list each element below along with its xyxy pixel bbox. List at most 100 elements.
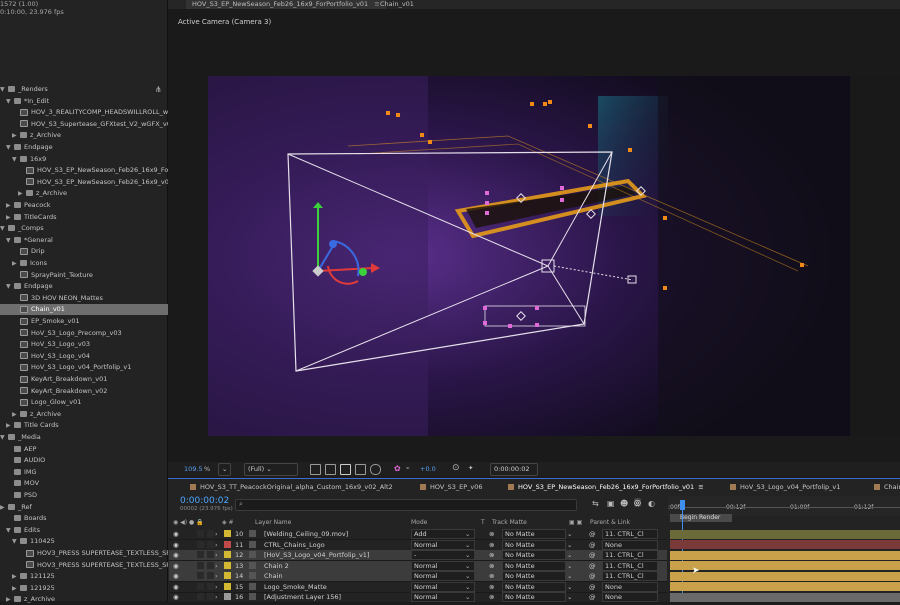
rotation-handle-green[interactable]: [359, 268, 367, 276]
resolution-dropdown[interactable]: (Full) ⌄: [244, 463, 298, 476]
safe-margins-icon[interactable]: [370, 464, 381, 475]
chevron-right-icon[interactable]: ▶: [12, 258, 20, 269]
chevron-down-icon[interactable]: ▼: [6, 235, 14, 246]
layer-row[interactable]: ◉ › 15 Logo_Smoke_Matte Normal ⌄ ⊗ No Matte ⌄ @ No…: [169, 581, 667, 593]
eye-icon[interactable]: ◉: [173, 540, 179, 550]
chevron-down-icon[interactable]: ▼: [12, 154, 20, 165]
project-item[interactable]: HOV3_PRESS SUPERTEASE_TEXTLESS_SP: [0, 560, 175, 571]
project-item[interactable]: HoV_S3_Logo_Precomp_v03: [0, 328, 169, 339]
draft-3d-icon[interactable]: ▣: [607, 499, 615, 508]
lock-switch[interactable]: [207, 551, 214, 558]
mask-visibility-icon[interactable]: [340, 464, 351, 475]
project-item[interactable]: HOV_S3_Supertease_GFXtest_V2_wGFX_v05: [0, 119, 169, 130]
solo-switch[interactable]: [197, 551, 204, 558]
lock-switch[interactable]: [207, 540, 214, 548]
solo-switch[interactable]: [197, 530, 204, 537]
matte-link-icon[interactable]: ⊗: [489, 550, 494, 560]
transparency-grid-icon[interactable]: [325, 464, 336, 475]
matte-link-icon[interactable]: ⊗: [489, 582, 494, 592]
project-item[interactable]: SprayPaint_Texture: [0, 270, 169, 281]
parent-dropdown[interactable]: 11. CTRL_Cl: [602, 529, 658, 539]
project-item[interactable]: HOV_3_REALITYCOMP_HEADSWILLROLL_wG: [0, 107, 169, 118]
timeline-timecode[interactable]: 0:00:00:02: [180, 496, 229, 506]
chevron-right-icon[interactable]: ›: [215, 529, 218, 539]
chevron-down-icon[interactable]: ▼: [6, 281, 14, 292]
parent-dropdown[interactable]: None: [602, 539, 658, 550]
matte-link-icon[interactable]: ⊗: [489, 540, 494, 550]
comp-mini-flowchart-icon[interactable]: ⇆: [592, 499, 599, 508]
project-item[interactable]: ▶ z_Archive: [0, 594, 163, 605]
parent-dropdown[interactable]: None: [602, 581, 658, 592]
timeline-tab-3[interactable]: HOV_S3_EP_NewSeason_Feb26_16x9_ForPortfo…: [508, 481, 704, 493]
lock-switch[interactable]: [207, 593, 214, 600]
matte-link-icon[interactable]: ⊗: [489, 571, 494, 581]
pick-whip-icon[interactable]: @: [589, 540, 596, 550]
tab-chain-comp[interactable]: Chain_v01: [374, 0, 420, 9]
parent-dropdown[interactable]: 11. CTRL_Cl: [602, 550, 658, 560]
chevron-right-icon[interactable]: ›: [215, 550, 218, 560]
label-color-swatch[interactable]: [224, 593, 231, 600]
track-matte-dropdown[interactable]: No Matte: [502, 560, 566, 571]
parent-dropdown[interactable]: 11. CTRL_Cl: [602, 571, 658, 581]
eye-icon[interactable]: ◉: [173, 529, 179, 539]
chevron-right-icon[interactable]: ▶: [12, 130, 20, 141]
project-item[interactable]: HOV_S3_EP_NewSeason_Feb26_16x9_For: [0, 165, 175, 176]
parent-dropdown[interactable]: 11. CTRL_Cl: [602, 560, 658, 571]
solo-switch[interactable]: [197, 540, 204, 548]
project-item[interactable]: ▼ Endpage: [0, 281, 163, 292]
chevron-down-icon[interactable]: ▼: [6, 525, 14, 536]
lock-switch[interactable]: [207, 561, 214, 569]
layer-name[interactable]: [HoV_S3_Logo_v04_Portfolip_v1]: [264, 550, 404, 560]
project-item[interactable]: ▶ TitleCards: [0, 212, 163, 223]
label-color-swatch[interactable]: [224, 572, 231, 579]
project-item[interactable]: ▼ _Media: [0, 432, 157, 443]
chevron-down-icon[interactable]: ▼: [0, 432, 8, 443]
timeline-tab-4[interactable]: HoV_S3_Logo_v04_Portfolip_v1: [730, 481, 840, 493]
layer-row[interactable]: ◉ › 10 [Welding_Ceiling_09.mov] Add ⌄ ⊗ No Matt…: [169, 529, 667, 540]
layer-name[interactable]: Logo_Smoke_Matte: [264, 582, 404, 592]
shy-layers-icon[interactable]: ☻: [620, 499, 628, 508]
layer-name[interactable]: Chain 2: [264, 561, 404, 571]
project-item[interactable]: ▼ _Comps: [0, 223, 157, 234]
chevron-right-icon[interactable]: ▶: [12, 583, 20, 594]
project-item[interactable]: ▶ z_Archive: [0, 130, 169, 141]
label-color-swatch[interactable]: [224, 551, 231, 558]
solo-switch[interactable]: [197, 593, 204, 600]
timeline-tab-1[interactable]: HOV_S3_TT_PeacockOriginal_alpha_Custom_1…: [190, 481, 393, 493]
chevron-right-icon[interactable]: ▶: [12, 409, 20, 420]
parent-link-header[interactable]: Parent & Link: [590, 518, 630, 527]
project-item[interactable]: ▶ _Ref: [0, 502, 157, 513]
chevron-right-icon[interactable]: ›: [215, 571, 218, 581]
layer-name[interactable]: CTRL_Chains_Logo: [264, 540, 404, 550]
composition-canvas[interactable]: [208, 76, 850, 436]
label-color-swatch[interactable]: [224, 561, 231, 569]
chevron-right-icon[interactable]: ▶: [12, 571, 20, 582]
project-item[interactable]: HoV_S3_Logo_v04: [0, 351, 169, 362]
tab-main-comp[interactable]: HOV_S3_EP_NewSeason_Feb26_16x9_ForPortfo…: [186, 0, 386, 9]
color-channels-icon[interactable]: ✿: [394, 464, 401, 473]
layer-name[interactable]: Chain: [264, 571, 404, 581]
motion-blur-icon[interactable]: ◐: [648, 499, 655, 508]
layer-row[interactable]: ◉ › 11 CTRL_Chains_Logo Normal ⌄ ⊗ No Matte ⌄ @ No…: [169, 539, 667, 551]
tab-menu-icon[interactable]: ≡: [698, 483, 703, 491]
track-matte-dropdown[interactable]: No Matte: [502, 571, 566, 581]
layer-name[interactable]: [Welding_Ceiling_09.mov]: [264, 529, 404, 539]
eye-icon[interactable]: ◉: [173, 561, 179, 571]
label-color-swatch[interactable]: [224, 582, 231, 590]
project-item[interactable]: ▶ 121125: [0, 571, 169, 582]
project-item[interactable]: 3D HOV NEON_Mattes: [0, 293, 169, 304]
project-item[interactable]: ▼ *General: [0, 235, 163, 246]
t-header[interactable]: T: [481, 518, 485, 527]
project-item[interactable]: PSD: [0, 490, 163, 501]
chevron-right-icon[interactable]: ▶: [6, 200, 14, 211]
chevron-right-icon[interactable]: ›: [215, 561, 218, 571]
chevron-right-icon[interactable]: ›: [215, 582, 218, 592]
track-matte-dropdown[interactable]: No Matte: [502, 550, 566, 560]
chevron-down-icon[interactable]: ▼: [6, 142, 14, 153]
pick-whip-icon[interactable]: @: [589, 571, 596, 581]
matte-link-icon[interactable]: ⊗: [489, 529, 494, 539]
layer-row[interactable]: ◉ › 14 Chain Normal ⌄ ⊗ No Matte ⌄ @11. CTRL_Cl: [169, 571, 667, 582]
layer-name-header[interactable]: Layer Name: [255, 518, 291, 527]
layer-duration-bar[interactable]: [670, 540, 900, 549]
region-of-interest-icon[interactable]: [310, 464, 321, 475]
